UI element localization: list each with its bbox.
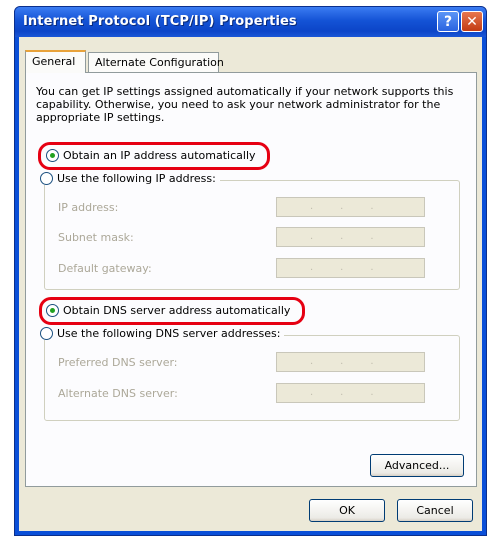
alternate-dns-label: Alternate DNS server: [58,387,178,400]
ip-address-field[interactable]: ... [276,197,425,217]
dns-manual-label: Use the following DNS server addresses: [57,327,281,340]
ok-button[interactable]: OK [309,499,385,522]
dialog-body: General Alternate Configuration You can … [19,37,482,531]
close-icon: ✕ [466,13,478,30]
default-gateway-label: Default gateway: [58,262,152,275]
dns-auto-radio[interactable] [46,304,59,317]
title-bar[interactable]: Internet Protocol (TCP/IP) Properties ? … [15,7,486,37]
ip-manual-radio[interactable] [40,172,53,185]
window-title: Internet Protocol (TCP/IP) Properties [23,14,297,29]
tab-general[interactable]: General [25,50,86,73]
advanced-button[interactable]: Advanced... [370,454,464,477]
alternate-dns-field[interactable]: ... [276,383,425,403]
close-button[interactable]: ✕ [461,11,483,32]
cancel-button[interactable]: Cancel [397,499,473,522]
ip-address-label: IP address: [58,201,119,214]
tab-alternate-configuration[interactable]: Alternate Configuration [88,52,224,72]
preferred-dns-label: Preferred DNS server: [58,356,178,369]
intro-text: You can get IP settings assigned automat… [36,85,454,124]
dns-manual-radio-row[interactable]: Use the following DNS server addresses: [40,327,285,340]
default-gateway-field[interactable]: ... [276,258,425,278]
dns-manual-group [44,335,460,421]
ip-auto-radio-row[interactable]: Obtain an IP address automatically [46,149,256,162]
ip-auto-label: Obtain an IP address automatically [63,149,256,162]
ip-manual-label: Use the following IP address: [57,172,216,185]
ip-auto-radio[interactable] [46,149,59,162]
preferred-dns-field[interactable]: ... [276,352,425,372]
dialog-window: Internet Protocol (TCP/IP) Properties ? … [14,6,487,536]
help-button[interactable]: ? [437,11,459,32]
dns-auto-radio-row[interactable]: Obtain DNS server address automatically [46,304,290,317]
ip-manual-radio-row[interactable]: Use the following IP address: [40,172,220,185]
help-icon: ? [443,13,453,30]
subnet-mask-field[interactable]: ... [276,227,425,247]
subnet-mask-label: Subnet mask: [58,231,134,244]
dns-auto-label: Obtain DNS server address automatically [63,304,291,317]
dns-manual-radio[interactable] [40,327,53,340]
general-tab-panel: You can get IP settings assigned automat… [25,72,477,487]
